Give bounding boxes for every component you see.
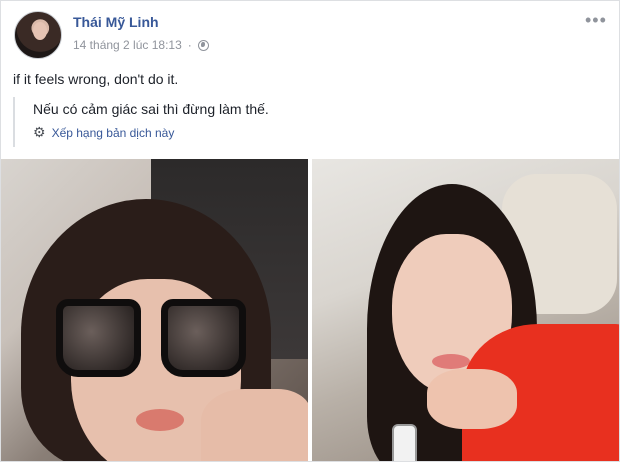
- author-avatar[interactable]: [14, 11, 62, 59]
- translation-text: Nếu có cảm giác sai thì đừng làm thế.: [33, 101, 269, 117]
- more-options-icon[interactable]: •••: [585, 10, 607, 31]
- avatar-face: [33, 22, 47, 40]
- post-meta: 14 tháng 2 lúc 18:13 ·: [73, 38, 209, 52]
- left-lens: [56, 299, 141, 377]
- globe-icon[interactable]: [197, 39, 209, 51]
- right-lens: [161, 299, 246, 377]
- meta-separator: ·: [187, 38, 192, 52]
- hand: [201, 389, 308, 461]
- gear-icon: ⚙: [33, 124, 46, 140]
- post-text: if it feels wrong, don't do it.: [13, 71, 179, 87]
- lips: [432, 354, 470, 369]
- post-date[interactable]: 14 tháng 2 lúc 18:13: [73, 38, 182, 52]
- author-name[interactable]: Thái Mỹ Linh: [73, 14, 159, 30]
- wristwatch: [392, 424, 417, 461]
- facebook-post: Thái Mỹ Linh 14 tháng 2 lúc 18:13 · ••• …: [0, 0, 620, 462]
- translation-block: Nếu có cảm giác sai thì đừng làm thế. ⚙ …: [13, 97, 413, 147]
- sunglasses: [56, 299, 246, 379]
- post-photo-1[interactable]: [1, 159, 308, 461]
- rate-translation-link[interactable]: ⚙ Xếp hạng bản dịch này: [33, 124, 174, 141]
- lips: [136, 409, 184, 431]
- hand: [427, 369, 517, 429]
- rate-translation-label: Xếp hạng bản dịch này: [51, 125, 175, 140]
- post-photo-2[interactable]: [312, 159, 619, 461]
